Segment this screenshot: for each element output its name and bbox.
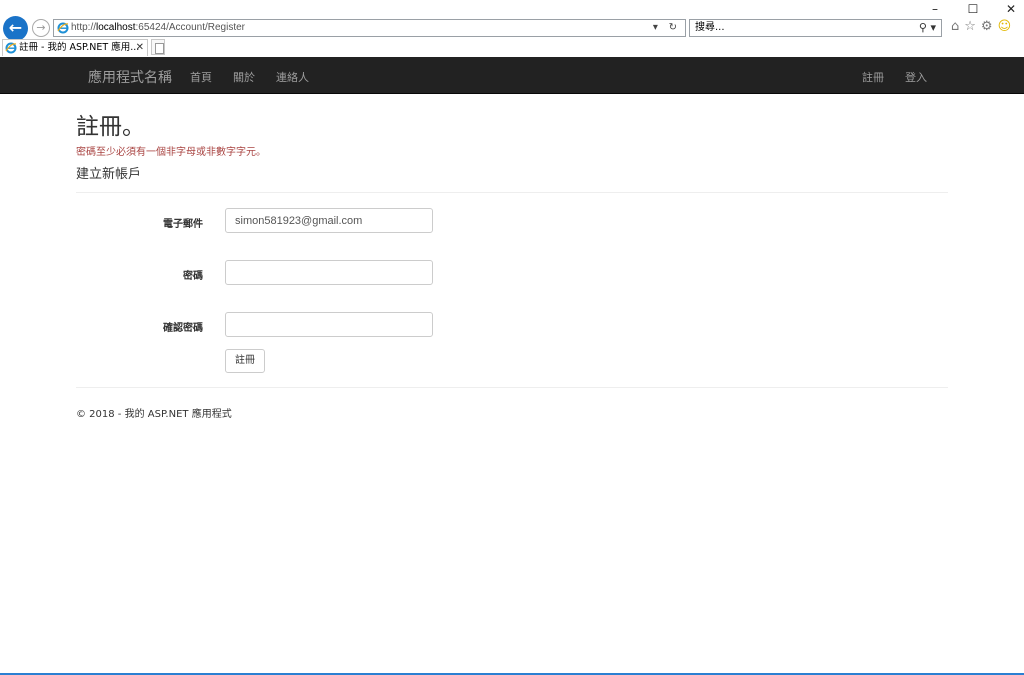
nav-link-register[interactable]: 註冊 — [862, 69, 884, 85]
divider — [76, 387, 948, 388]
new-tab-button[interactable] — [151, 39, 165, 55]
window-controls: – ☐ ✕ — [928, 2, 1018, 18]
close-window-button[interactable]: ✕ — [1004, 2, 1018, 16]
ie-logo-icon — [57, 22, 69, 34]
password-field[interactable] — [225, 260, 433, 285]
navbar: 應用程式名稱 首頁 關於 連絡人 註冊 登入 — [0, 57, 1024, 94]
confirm-password-field[interactable] — [225, 312, 433, 337]
search-box[interactable]: 搜尋... ⚲ ▾ — [689, 19, 942, 37]
search-icon[interactable]: ⚲ ▾ — [919, 20, 936, 36]
tab-close-icon[interactable]: ✕ — [136, 40, 144, 56]
browser-tab[interactable]: 註冊 - 我的 ASP.NET 應用... ✕ — [2, 39, 148, 56]
address-host: localhost — [96, 22, 136, 33]
browser-chrome: – ☐ ✕ ← → http://localhost:65424/Account… — [0, 0, 1024, 57]
home-icon[interactable]: ⌂ — [951, 19, 959, 34]
maximize-button[interactable]: ☐ — [966, 2, 980, 16]
nav-left-links: 首頁 關於 連絡人 — [190, 69, 309, 85]
address-prefix: http:// — [71, 22, 97, 33]
confirm-password-label: 確認密碼 — [163, 323, 203, 334]
search-placeholder: 搜尋... — [695, 22, 725, 33]
forward-button[interactable]: → — [32, 19, 50, 37]
nav-link-contact[interactable]: 連絡人 — [276, 69, 309, 85]
feedback-smiley-icon[interactable]: ☺ — [998, 19, 1012, 34]
validation-summary: 密碼至少必須有一個非字母或非數字字元。 — [76, 147, 266, 158]
nav-link-login[interactable]: 登入 — [905, 69, 927, 85]
navbar-brand[interactable]: 應用程式名稱 — [88, 67, 172, 87]
email-field[interactable] — [225, 208, 433, 233]
back-arrow-icon: ← — [8, 18, 23, 37]
address-path: :65424/Account/Register — [135, 22, 245, 33]
forward-arrow-icon: → — [36, 21, 46, 34]
back-button[interactable]: ← — [3, 16, 28, 41]
email-label: 電子郵件 — [163, 219, 203, 230]
nav-link-about[interactable]: 關於 — [233, 69, 255, 85]
divider — [76, 192, 948, 193]
page-title: 註冊。 — [76, 114, 145, 140]
nav-link-home[interactable]: 首頁 — [190, 69, 212, 85]
ie-logo-icon — [5, 42, 17, 54]
password-label: 密碼 — [183, 271, 203, 282]
minimize-button[interactable]: – — [928, 2, 942, 16]
browser-toolbar-icons: ⌂ ☆ ⚙ ☺ — [951, 19, 1011, 34]
refresh-icon[interactable]: ▾ ↻ — [653, 20, 681, 36]
form-subtitle: 建立新帳戶 — [76, 167, 142, 182]
footer-copyright: © 2018 - 我的 ASP.NET 應用程式 — [76, 409, 232, 420]
settings-gear-icon[interactable]: ⚙ — [981, 19, 993, 34]
address-bar[interactable]: http://localhost:65424/Account/Register … — [53, 19, 686, 37]
nav-right-links: 註冊 登入 — [862, 69, 927, 85]
register-button[interactable]: 註冊 — [225, 349, 265, 373]
favorites-star-icon[interactable]: ☆ — [964, 19, 976, 34]
tab-title: 註冊 - 我的 ASP.NET 應用... — [19, 42, 140, 53]
